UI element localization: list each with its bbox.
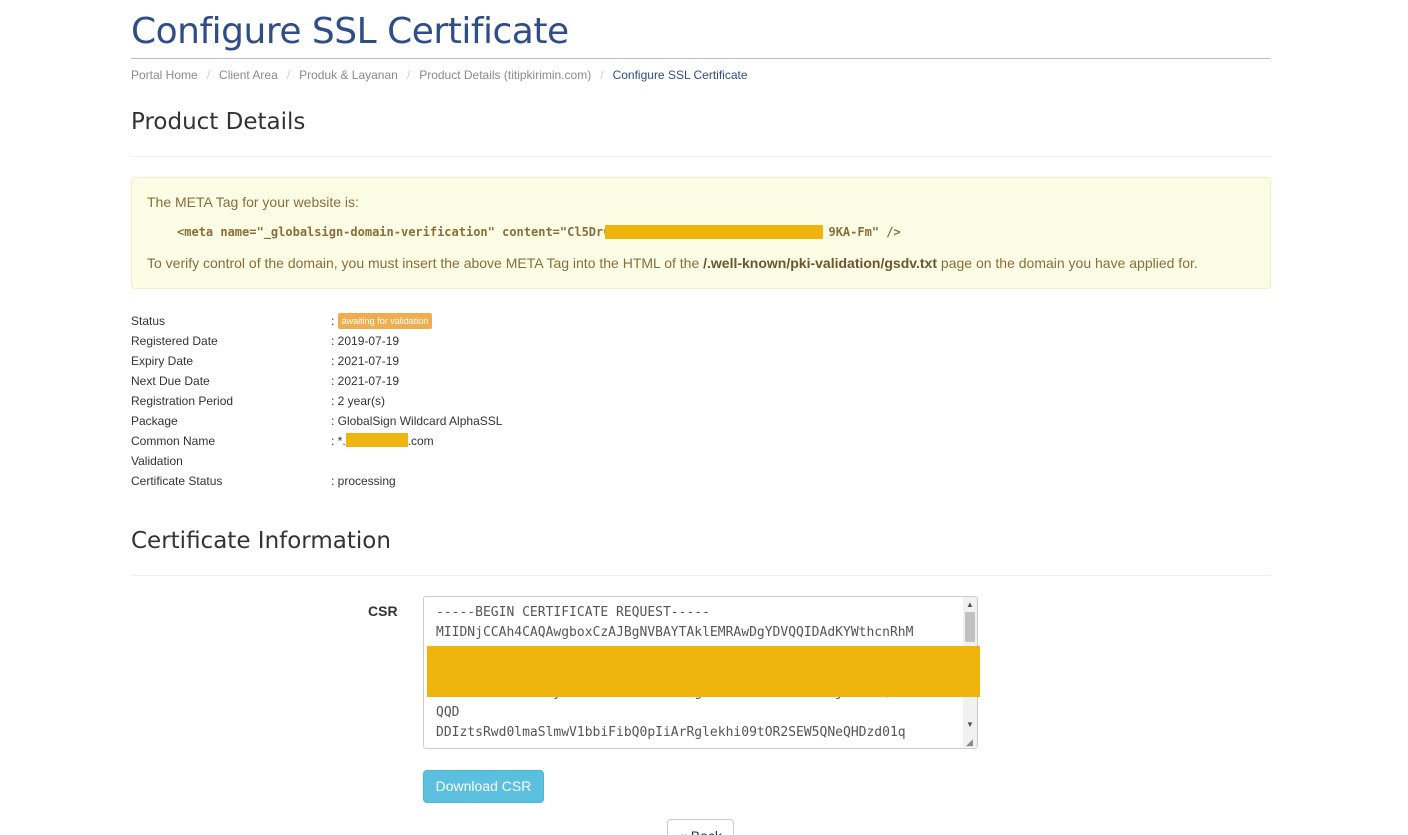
download-csr-button[interactable]: Download CSR (423, 770, 544, 803)
detail-label: Validation (131, 454, 183, 468)
product-details-heading: Product Details (131, 109, 306, 135)
detail-value: : 2019-07-19 (331, 334, 400, 348)
breadcrumb-current: Configure SSL Certificate (612, 68, 748, 82)
detail-label: Status (131, 314, 166, 328)
meta-tag-intro: The META Tag for your website is: (147, 194, 359, 210)
detail-label: Expiry Date (131, 354, 194, 368)
meta-tag-instruction: To verify control of the domain, you mus… (147, 255, 1198, 271)
csr-label: CSR (368, 603, 398, 619)
detail-value: : processing (331, 474, 396, 488)
redaction-block (427, 646, 980, 697)
detail-value: : 2021-07-19 (331, 354, 400, 368)
status-badge: awaiting for validation (337, 313, 433, 329)
resize-handle-icon[interactable]: ◢ (966, 737, 976, 747)
scrollbar-thumb[interactable] (965, 612, 975, 642)
detail-label: Next Due Date (131, 374, 210, 388)
detail-value: : *. .com (331, 431, 434, 451)
scroll-down-arrow-icon[interactable]: ▼ (963, 719, 977, 731)
detail-label: Package (131, 414, 178, 428)
validation-path: /.well-known/pki-validation/gsdv.txt (703, 255, 938, 271)
detail-value: : 2021-07-19 (331, 374, 400, 388)
detail-label: Registration Period (131, 394, 234, 408)
back-button[interactable]: « Back (667, 819, 734, 835)
meta-tag-code-prefix: <meta name="_globalsign-domain-verificat… (177, 225, 611, 239)
certificate-information-divider (131, 575, 1271, 576)
breadcrumb-product-details[interactable]: Product Details (titipkirimin.com) (419, 68, 591, 82)
detail-label: Registered Date (131, 334, 218, 348)
redaction-block (605, 225, 823, 239)
breadcrumb-separator: / (600, 68, 604, 82)
breadcrumb-products-services[interactable]: Produk & Layanan (299, 68, 398, 82)
breadcrumb-client-area[interactable]: Client Area (219, 68, 278, 82)
detail-value: : 2 year(s) (331, 394, 386, 408)
detail-value: : awaiting for validation (331, 311, 433, 331)
breadcrumb: Portal Home / Client Area / Produk & Layanan… (131, 67, 748, 83)
scroll-up-arrow-icon[interactable]: ▲ (963, 599, 977, 611)
detail-label: Certificate Status (131, 474, 223, 488)
page-title: Configure SSL Certificate (131, 11, 569, 52)
title-divider (131, 58, 1271, 59)
meta-tag-alert: The META Tag for your website is: <meta … (131, 177, 1271, 289)
detail-label: Common Name (131, 434, 216, 448)
product-details-divider (131, 156, 1271, 157)
common-name-suffix: .com (407, 434, 434, 448)
meta-tag-code-suffix: 9KA-Fm" /> (828, 225, 901, 239)
breadcrumb-separator: / (286, 68, 291, 82)
breadcrumb-separator: / (406, 68, 411, 82)
instruction-text-after: page on the domain you have applied for. (937, 255, 1198, 271)
redaction-block (345, 433, 408, 447)
breadcrumb-portal-home[interactable]: Portal Home (131, 68, 198, 82)
breadcrumb-separator: / (206, 68, 211, 82)
detail-value: : GlobalSign Wildcard AlphaSSL (331, 414, 503, 428)
certificate-information-heading: Certificate Information (131, 528, 391, 554)
instruction-text-before: To verify control of the domain, you mus… (147, 255, 704, 271)
common-name-prefix: : *. (331, 434, 346, 448)
